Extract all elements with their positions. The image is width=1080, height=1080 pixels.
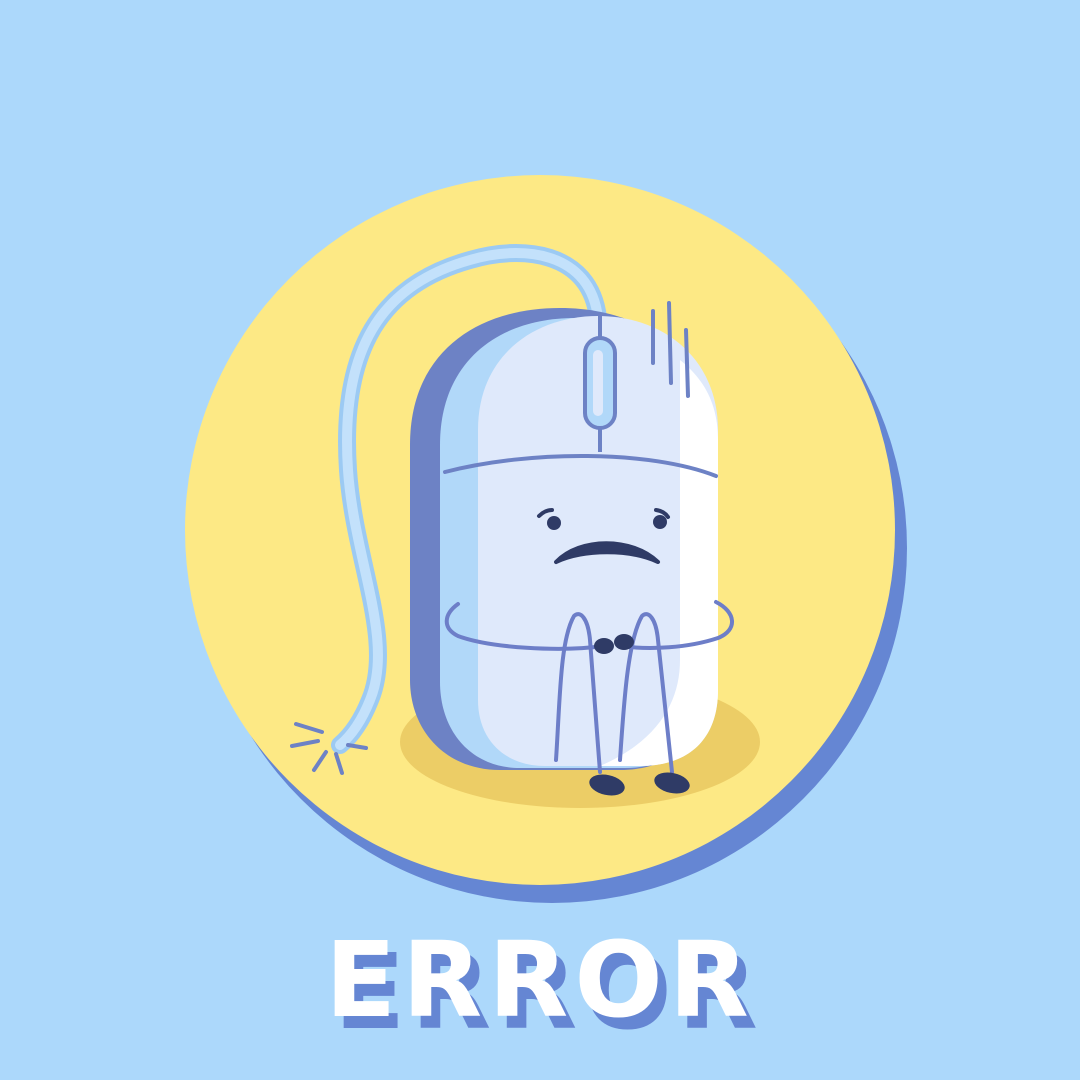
error-caption: ERROR ERROR	[0, 919, 1080, 1044]
right-eye	[653, 515, 667, 529]
sad-mouse-illustration	[185, 175, 907, 903]
error-illustration-canvas: ERROR ERROR	[0, 0, 1080, 1080]
error-caption-text: ERROR	[325, 919, 755, 1041]
left-eye	[547, 516, 561, 530]
